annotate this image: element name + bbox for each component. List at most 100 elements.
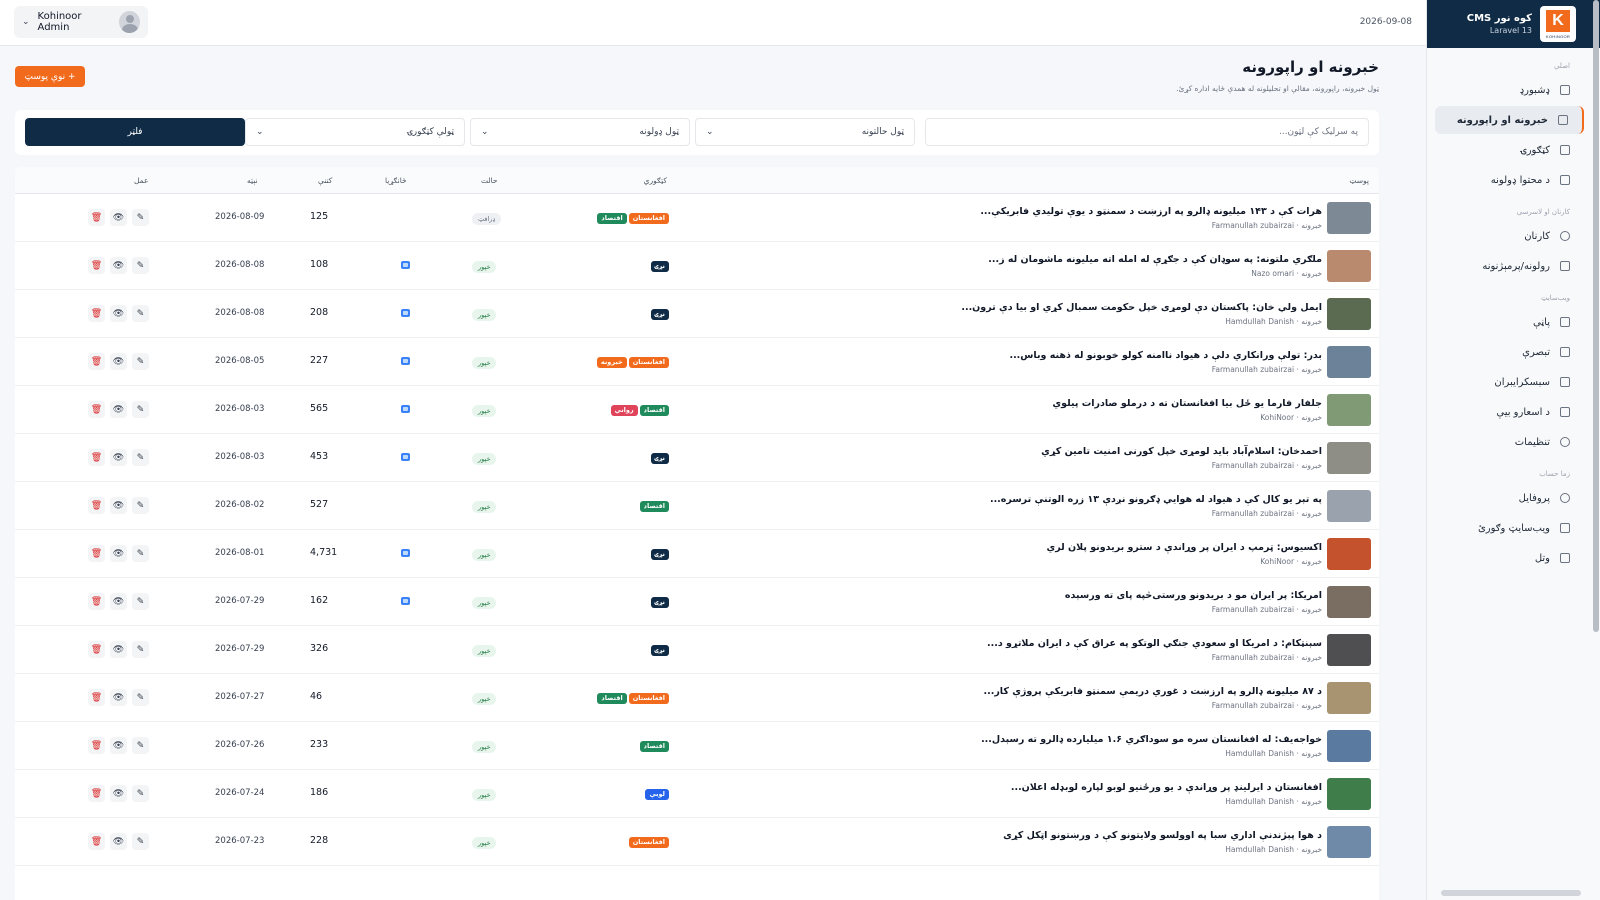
header-status: حالت — [481, 176, 498, 185]
sidebar-item[interactable]: تنظیمات — [1435, 428, 1584, 456]
sidebar-item[interactable]: ویب‌سایټ وګورئ — [1435, 514, 1584, 542]
post-title[interactable]: هرات کې د ۱۴۳ میلیونه ډالرو په ارزښت د س… — [980, 206, 1322, 217]
edit-button[interactable]: ✎ — [132, 737, 149, 754]
table-row[interactable]: بدر: تولې ورانکاري دلې د هیواد ناامنه کو… — [15, 338, 1379, 386]
delete-button[interactable]: 🗑 — [88, 593, 105, 610]
edit-button[interactable]: ✎ — [132, 401, 149, 418]
table-row[interactable]: ایمل ولي خان: پاکستان دې لومړی خپل حکومت… — [15, 290, 1379, 338]
edit-button[interactable]: ✎ — [132, 305, 149, 322]
sidebar-item[interactable]: رولونه/پرمېژنونه — [1435, 252, 1584, 280]
table-row[interactable]: هرات کې د ۱۴۳ میلیونه ډالرو په ارزښت د س… — [15, 194, 1379, 242]
delete-button[interactable]: 🗑 — [88, 497, 105, 514]
edit-button[interactable]: ✎ — [132, 353, 149, 370]
view-button[interactable]: 👁 — [110, 449, 127, 466]
view-button[interactable]: 👁 — [110, 497, 127, 514]
post-title[interactable]: بدر: تولې ورانکاري دلې د هیواد ناامنه کو… — [1009, 350, 1322, 361]
table-row[interactable]: امریکا: پر ایران مو د بریدونو ورستی‌څپه … — [15, 578, 1379, 626]
edit-button[interactable]: ✎ — [132, 785, 149, 802]
post-title[interactable]: د ۸۷ میلیونه ډالرو په ارزښت د غوري دریمې… — [984, 686, 1323, 697]
edit-button[interactable]: ✎ — [132, 641, 149, 658]
sidebar-item[interactable]: ډشبورډ — [1435, 76, 1584, 104]
sidebar-item[interactable]: تبصرې — [1435, 338, 1584, 366]
view-button[interactable]: 👁 — [110, 689, 127, 706]
delete-button[interactable]: 🗑 — [88, 449, 105, 466]
delete-button[interactable]: 🗑 — [88, 833, 105, 850]
view-count: 46 — [310, 691, 323, 702]
edit-button[interactable]: ✎ — [132, 497, 149, 514]
post-title[interactable]: سېنټکام: د امریکا او سعودي جنګي الوتکو پ… — [987, 638, 1322, 649]
post-title[interactable]: امریکا: پر ایران مو د بریدونو ورستی‌څپه … — [1065, 590, 1322, 601]
post-thumbnail — [1327, 778, 1371, 810]
search-input[interactable]: په سرلیک کې لټون... — [925, 118, 1369, 146]
sidebar-item[interactable]: د محتوا ډولونه — [1435, 166, 1584, 194]
delete-button[interactable]: 🗑 — [88, 641, 105, 658]
new-post-button[interactable]: + نوې پوسټ — [15, 66, 85, 87]
edit-button[interactable]: ✎ — [132, 257, 149, 274]
delete-button[interactable]: 🗑 — [88, 401, 105, 418]
page-title: خبرونه او راپورونه — [1242, 58, 1379, 76]
delete-button[interactable]: 🗑 — [88, 785, 105, 802]
view-button[interactable]: 👁 — [110, 737, 127, 754]
delete-button[interactable]: 🗑 — [88, 545, 105, 562]
post-title[interactable]: احمدخان: اسلام‌آباد باید لومړی خپل کورنی… — [1041, 446, 1322, 457]
sidebar-scrollbar[interactable] — [1593, 0, 1599, 632]
table-row[interactable]: خواجه‌یف: له افغانستان سره مو سوداګري ۱.… — [15, 722, 1379, 770]
edit-button[interactable]: ✎ — [132, 449, 149, 466]
view-button[interactable]: 👁 — [110, 593, 127, 610]
post-title[interactable]: ملګري ملتونه: په سوډان کې د جګړې له امله… — [988, 254, 1322, 265]
sidebar-item[interactable]: سبسکرایبران — [1435, 368, 1584, 396]
post-title[interactable]: د هوا پېژندنې اداري سبا په اوولسو ولایتو… — [1003, 830, 1322, 841]
delete-button[interactable]: 🗑 — [88, 257, 105, 274]
user-menu[interactable]: ⌄ Kohinoor Admin — [14, 6, 148, 38]
sidebar-brand[interactable]: کوه نور CMS Laravel 13 K KOHINOOR — [1427, 0, 1600, 48]
table-row[interactable]: د ۸۷ میلیونه ډالرو په ارزښت د غوري دریمې… — [15, 674, 1379, 722]
sidebar-item[interactable]: وتل — [1435, 544, 1584, 572]
sidebar-item[interactable]: د اسعارو بیې — [1435, 398, 1584, 426]
sidebar-item[interactable]: کارنان — [1435, 222, 1584, 250]
status-select[interactable]: ټول حالتونه ⌄ — [695, 118, 915, 146]
post-title[interactable]: خواجه‌یف: له افغانستان سره مو سوداګري ۱.… — [981, 734, 1322, 745]
delete-button[interactable]: 🗑 — [88, 305, 105, 322]
post-title[interactable]: په تېر یو کال کې د هیواد له هوایي ډګرونو… — [990, 494, 1322, 505]
post-title[interactable]: افغانستان د ایرلینډ پر وړاندې د یو ورځنی… — [1011, 782, 1322, 793]
delete-button[interactable]: 🗑 — [88, 737, 105, 754]
type-select[interactable]: ټول ډولونه ⌄ — [470, 118, 690, 146]
post-title[interactable]: ایمل ولي خان: پاکستان دې لومړی خپل حکومت… — [961, 302, 1322, 313]
delete-button[interactable]: 🗑 — [88, 209, 105, 226]
view-button[interactable]: 👁 — [110, 209, 127, 226]
edit-button[interactable]: ✎ — [132, 209, 149, 226]
edit-button[interactable]: ✎ — [132, 833, 149, 850]
sidebar-item[interactable]: خبرونه او راپورونه — [1435, 106, 1584, 134]
sidebar-horizontal-scrollbar[interactable] — [1441, 890, 1581, 896]
view-button[interactable]: 👁 — [110, 833, 127, 850]
view-button[interactable]: 👁 — [110, 305, 127, 322]
category-select[interactable]: ټولې کټګورۍ ⌄ — [245, 118, 465, 146]
table-row[interactable]: احمدخان: اسلام‌آباد باید لومړی خپل کورنی… — [15, 434, 1379, 482]
sidebar-item[interactable]: کټګورۍ — [1435, 136, 1584, 164]
table-row[interactable]: ملګري ملتونه: په سوډان کې د جګړې له امله… — [15, 242, 1379, 290]
sidebar-item[interactable]: پروفایل — [1435, 484, 1584, 512]
delete-button[interactable]: 🗑 — [88, 689, 105, 706]
edit-button[interactable]: ✎ — [132, 545, 149, 562]
user-name: Kohinoor Admin — [37, 11, 82, 33]
view-button[interactable]: 👁 — [110, 785, 127, 802]
table-row[interactable]: سېنټکام: د امریکا او سعودي جنګي الوتکو پ… — [15, 626, 1379, 674]
table-row[interactable]: افغانستان د ایرلینډ پر وړاندې د یو ورځنی… — [15, 770, 1379, 818]
post-title[interactable]: اکسیوس: ټرمپ د ایران پر وړاندې د سترو بر… — [1047, 542, 1322, 553]
view-button[interactable]: 👁 — [110, 401, 127, 418]
table-row[interactable]: جلفار فارما یو ځل بیا افغانستان ته د درم… — [15, 386, 1379, 434]
table-row[interactable]: اکسیوس: ټرمپ د ایران پر وړاندې د سترو بر… — [15, 530, 1379, 578]
edit-button[interactable]: ✎ — [132, 689, 149, 706]
view-button[interactable]: 👁 — [110, 641, 127, 658]
view-button[interactable]: 👁 — [110, 257, 127, 274]
post-author: Farmanullah zubairzai — [1211, 509, 1295, 518]
table-row[interactable]: په تېر یو کال کې د هیواد له هوایي ډګرونو… — [15, 482, 1379, 530]
post-title[interactable]: جلفار فارما یو ځل بیا افغانستان ته د درم… — [1052, 398, 1322, 409]
view-button[interactable]: 👁 — [110, 545, 127, 562]
filter-button[interactable]: فلټر — [25, 118, 245, 146]
delete-button[interactable]: 🗑 — [88, 353, 105, 370]
sidebar-item[interactable]: پاڼې — [1435, 308, 1584, 336]
edit-button[interactable]: ✎ — [132, 593, 149, 610]
view-button[interactable]: 👁 — [110, 353, 127, 370]
table-row[interactable]: د هوا پېژندنې اداري سبا په اوولسو ولایتو… — [15, 818, 1379, 866]
